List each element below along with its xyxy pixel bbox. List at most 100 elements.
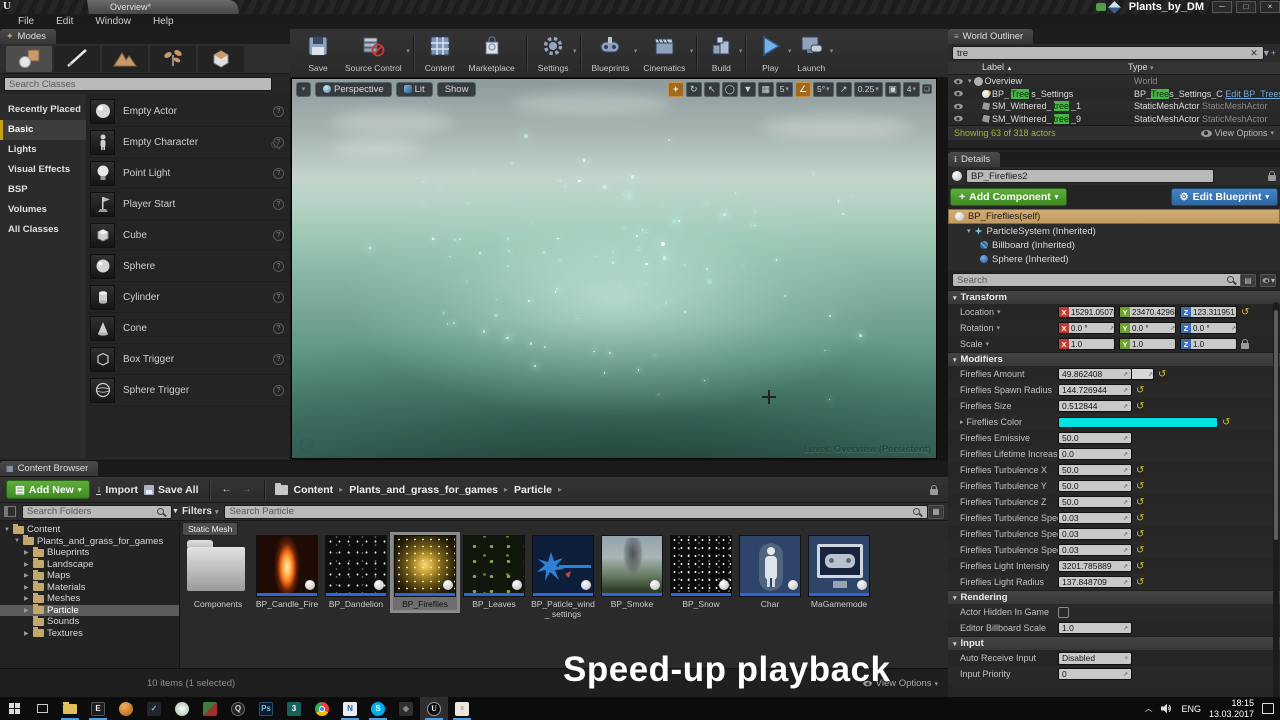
reset-to-default-icon[interactable]: ↺ xyxy=(1136,561,1144,572)
section-header-transform[interactable]: ▾ Transform xyxy=(948,290,1280,304)
visibility-eye-icon[interactable] xyxy=(950,115,966,122)
clear-search-icon[interactable]: ✕ xyxy=(1250,48,1258,59)
reset-to-default-icon[interactable]: ↺ xyxy=(1136,401,1144,412)
taskbar-orange-ball-app-icon[interactable] xyxy=(112,697,140,720)
transform-scale-y-field[interactable]: Y 1.0 xyxy=(1119,338,1176,350)
checkbox-actor-hidden-in-game[interactable] xyxy=(1058,606,1069,618)
class-item-cone[interactable]: Cone? xyxy=(86,313,290,344)
viewport-options-button[interactable]: ▾ xyxy=(296,81,311,97)
transform-location-y-field[interactable]: Y23470.429688↗ xyxy=(1119,306,1176,318)
toolbar-marketplace[interactable]: Marketplace xyxy=(461,31,521,75)
view-mode-button[interactable]: Lit xyxy=(395,81,433,97)
expand-arrow-icon[interactable]: ▾ xyxy=(967,227,971,235)
asset-bp-paticle-wind-settings[interactable]: BP_Paticle_wind_ settings xyxy=(531,535,595,620)
edit-blueprint-link[interactable]: Edit BP_Trees_Setting xyxy=(1225,89,1280,99)
asset-char[interactable]: Char xyxy=(738,535,802,610)
class-item-cube[interactable]: Cube? xyxy=(86,220,290,251)
folder-particle[interactable]: ▶ Particle xyxy=(0,604,179,616)
transform-location-z-field[interactable]: Z123.311951↗ xyxy=(1180,306,1237,318)
expand-arrow-icon[interactable]: ▾ xyxy=(968,77,972,85)
section-header-input[interactable]: ▾ Input xyxy=(948,636,1280,650)
property-label[interactable]: Fireflies Size xyxy=(960,401,1058,411)
expand-arrow-icon[interactable]: ▶ xyxy=(24,561,30,568)
property-label[interactable]: Fireflies Turbulence Z xyxy=(960,497,1058,507)
taskbar-milkshape-icon[interactable]: N xyxy=(336,697,364,720)
save-all-button[interactable]: Save All xyxy=(144,484,199,496)
asset-bp-candle-fire[interactable]: BP_Candle_Fire xyxy=(255,535,319,610)
feedback-icon[interactable] xyxy=(1095,3,1106,11)
class-item-sphere-trigger[interactable]: Sphere Trigger? xyxy=(86,375,290,406)
back-button[interactable]: ← xyxy=(220,483,234,497)
camera-speed-icon[interactable]: ▣ xyxy=(884,81,901,97)
toolbar-launch[interactable]: Launch ▾ xyxy=(790,31,833,75)
property-label[interactable]: Fireflies Turbulence X xyxy=(960,465,1058,475)
asset-magamemode[interactable]: MaGamemode xyxy=(807,535,871,610)
property-label[interactable]: Fireflies Turbulence Speed Z xyxy=(960,545,1058,555)
tab-modes[interactable]: ✦ Modes xyxy=(0,29,57,44)
breadcrumb-content[interactable]: Content xyxy=(294,484,334,496)
expand-arrow-icon[interactable]: ▼ xyxy=(14,538,20,544)
folder-blueprints[interactable]: ▶ Blueprints xyxy=(0,546,179,559)
save-search-icon[interactable]: ▦ xyxy=(928,504,944,519)
class-item-empty-actor[interactable]: Empty Actor? xyxy=(86,96,290,127)
expand-arrow-icon[interactable]: ▶ xyxy=(24,607,30,614)
add-component-button[interactable]: + Add Component ▾ xyxy=(950,188,1068,206)
category-visual-effects[interactable]: Visual Effects xyxy=(0,160,86,180)
reset-to-default-icon[interactable]: ↺ xyxy=(1158,369,1166,380)
search-assets-input[interactable] xyxy=(224,504,928,519)
category-basic[interactable]: Basic xyxy=(0,120,86,140)
menu-window[interactable]: Window xyxy=(85,16,141,27)
value-field-fireflies-turbulence-y[interactable]: 50.0 ↗ xyxy=(1058,480,1132,492)
filter-chip-static-mesh[interactable]: Static Mesh xyxy=(182,522,239,536)
value-field-fireflies-turbulence-z[interactable]: 50.0 ↗ xyxy=(1058,496,1132,508)
import-button[interactable]: ↓ Import xyxy=(96,484,138,496)
outliner-filter-icon[interactable]: ▼+ xyxy=(1262,48,1276,58)
property-label[interactable]: Fireflies Spawn Radius xyxy=(960,385,1058,395)
property-label[interactable]: Fireflies Lifetime Increase xyxy=(960,449,1058,459)
property-label[interactable]: Fireflies Turbulence Y xyxy=(960,481,1058,491)
value-field-fireflies-emissive[interactable]: 50.0 ↗ xyxy=(1058,432,1132,444)
toolbar-blueprints[interactable]: Blueprints ▾ xyxy=(585,31,637,75)
geometry-mode-button[interactable] xyxy=(198,46,244,72)
taskbar-chrome-icon[interactable] xyxy=(308,697,336,720)
value-field-fireflies-lifetime-increase[interactable]: 0.0 ↗ xyxy=(1058,448,1132,460)
scale-lock-icon[interactable] xyxy=(1241,339,1249,349)
grid-snap-value[interactable]: 5 ▾ xyxy=(775,81,794,97)
expand-arrow-icon[interactable]: ▼ xyxy=(4,527,10,533)
property-label[interactable]: Editor Billboard Scale xyxy=(960,623,1058,633)
value-field-fireflies-turbulence-speed-y[interactable]: 0.03 ↗ xyxy=(1058,528,1132,540)
toolbar-build[interactable]: Build ▾ xyxy=(701,31,742,75)
reset-to-default-icon[interactable]: ↺ xyxy=(1241,307,1249,318)
tray-chevron-icon[interactable]: ︿ xyxy=(1144,703,1152,714)
details-scrollbar[interactable] xyxy=(1273,302,1279,720)
level-viewport[interactable]: ▾ Perspective Lit Show + ↻ ↖ ◯ ▼ ▦ 5 ▾ ∠ … xyxy=(291,78,937,459)
angle-snap-value[interactable]: 5° ▾ xyxy=(813,81,834,97)
maximize-viewport-icon[interactable]: ❑ xyxy=(922,84,932,94)
toolbar-settings[interactable]: Settings ▾ xyxy=(531,31,577,75)
class-item-sphere[interactable]: Sphere? xyxy=(86,251,290,282)
component-billboard-inherited[interactable]: Billboard (Inherited) xyxy=(948,238,1280,252)
column-label[interactable]: Label ▲ xyxy=(948,62,1128,74)
taskbar-photos-app-icon[interactable] xyxy=(196,697,224,720)
taskbar-clock[interactable]: 18:15 13.03.2017 xyxy=(1209,698,1254,719)
toolbar-content[interactable]: Content xyxy=(418,31,462,75)
forward-button[interactable]: → xyxy=(240,483,254,497)
transform-location-x-field[interactable]: X15291.050781↗ xyxy=(1058,306,1115,318)
class-item-cylinder[interactable]: Cylinder? xyxy=(86,282,290,313)
transform-scale-x-field[interactable]: X 1.0 xyxy=(1058,338,1115,350)
asset-bp-smoke[interactable]: BP_Smoke xyxy=(600,535,664,610)
value-field-fireflies-amount[interactable]: 49.862408 ↗ xyxy=(1058,368,1132,380)
asset-bp-leaves[interactable]: BP_Leaves xyxy=(462,535,526,610)
display-filter-icon[interactable]: ▾ xyxy=(1260,273,1276,287)
property-label[interactable]: Input Priority xyxy=(960,669,1058,679)
toolbar-cinematics[interactable]: Cinematics ▾ xyxy=(636,31,693,75)
outliner-row-3[interactable]: SM_Withered_ tree _9 StaticMeshActor Static… xyxy=(948,113,1280,126)
translate-tool-icon[interactable]: + xyxy=(667,81,684,97)
toolbar-play[interactable]: Play ▾ xyxy=(750,31,791,75)
visibility-eye-icon[interactable] xyxy=(950,78,966,85)
search-classes-input[interactable] xyxy=(4,77,272,91)
scale-tool-icon[interactable]: ↖ xyxy=(703,81,720,97)
taskbar-epic-games-icon[interactable]: E xyxy=(84,697,112,720)
property-matrix-icon[interactable]: ▤ xyxy=(1240,273,1256,287)
show-button[interactable]: Show xyxy=(436,81,477,97)
